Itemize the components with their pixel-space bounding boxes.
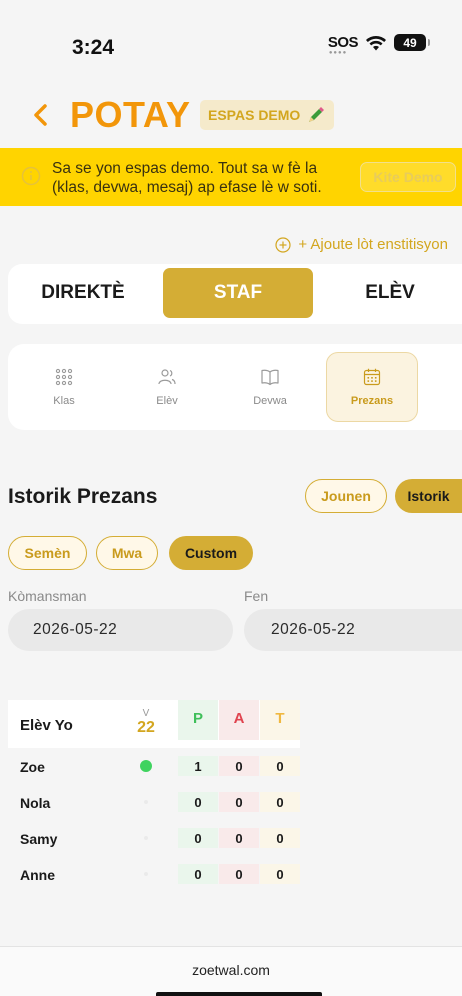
table-header: Elèv Yo V 22 P A T: [8, 700, 300, 748]
home-indicator[interactable]: [156, 992, 322, 996]
module-label: Elèv: [156, 395, 178, 407]
history-button[interactable]: Istorik: [395, 479, 462, 513]
users-icon: [158, 369, 176, 385]
table-row[interactable]: Samy 0 0 0: [8, 820, 300, 856]
footer-url[interactable]: zoetwal.com: [0, 962, 462, 978]
tab-student[interactable]: ELÈV: [318, 268, 462, 318]
browser-footer: zoetwal.com: [0, 946, 462, 996]
role-tabs: DIREKTÈ STAF ELÈV: [8, 264, 462, 324]
absent-count: 0: [219, 864, 259, 884]
table-row[interactable]: Anne 0 0 0: [8, 856, 300, 892]
grid-icon: [55, 368, 73, 386]
table-row[interactable]: Zoe 1 0 0: [8, 748, 300, 784]
module-label: Prezans: [350, 395, 394, 407]
module-homework[interactable]: Devwa: [224, 352, 316, 422]
sos-dots: ●●●●: [328, 50, 348, 56]
status-bar: 3:24 SOS ●●●● 49: [0, 0, 462, 80]
present-dot-cell: [132, 868, 160, 876]
student-name: Samy: [20, 831, 58, 847]
pencil-icon: [309, 107, 325, 122]
demo-badge-label: ESPAS DEMO: [208, 107, 301, 123]
plus-circle-icon: [275, 236, 291, 253]
tardy-count: 0: [260, 792, 300, 812]
leave-demo-button[interactable]: Kite Demo: [360, 162, 456, 192]
header-v: V 22: [132, 708, 160, 737]
start-date-field[interactable]: 2026-05-22: [8, 609, 233, 651]
add-institution-label: + Ajoute lòt enstitisyon: [298, 236, 448, 253]
battery-icon: 49: [394, 34, 430, 51]
attendance-table: Elèv Yo V 22 P A T Zoe 1 0 0 Nola 0 0 0 …: [8, 700, 300, 892]
status-icons: SOS ●●●● 49: [327, 34, 430, 56]
module-label: Devwa: [253, 395, 287, 407]
header-absent: A: [219, 700, 259, 740]
status-dot: [140, 760, 152, 772]
range-week-button[interactable]: Semèn: [8, 536, 87, 570]
module-label: Klas: [53, 395, 75, 407]
range-custom-button[interactable]: Custom: [169, 536, 253, 570]
status-dot: [144, 836, 148, 840]
present-count: 0: [178, 864, 218, 884]
end-date-field[interactable]: 2026-05-22: [244, 609, 462, 651]
present-count: 0: [178, 828, 218, 848]
tab-staff[interactable]: STAF: [163, 268, 313, 318]
present-dot-cell: [132, 796, 160, 804]
calendar-icon: [363, 368, 381, 386]
battery-level: 49: [403, 35, 417, 50]
header-present: P: [178, 700, 218, 740]
tardy-count: 0: [260, 828, 300, 848]
module-nav: Klas Elèv Devwa Prezans: [8, 344, 462, 430]
absent-count: 0: [219, 756, 259, 776]
banner-text: Sa se yon espas demo. Tout sa w fè la (k…: [52, 160, 322, 196]
tardy-count: 0: [260, 756, 300, 776]
header-students: Elèv Yo: [20, 717, 73, 734]
add-institution-link[interactable]: + Ajoute lòt enstitisyon: [275, 236, 448, 253]
end-date-label: Fen: [244, 588, 269, 604]
present-count: 1: [178, 756, 218, 776]
student-name: Zoe: [20, 759, 45, 775]
sos-label: SOS: [327, 34, 359, 51]
status-dot: [144, 872, 148, 876]
page-header: POTAY ESPAS DEMO: [0, 94, 462, 138]
table-row[interactable]: Nola 0 0 0: [8, 784, 300, 820]
tardy-count: 0: [260, 864, 300, 884]
status-time: 3:24: [72, 36, 115, 59]
section-title: Istorik Prezans: [8, 485, 158, 508]
chevron-left-icon[interactable]: [30, 100, 52, 130]
tab-director[interactable]: DIREKTÈ: [8, 268, 158, 318]
student-name: Anne: [20, 867, 55, 883]
module-classes[interactable]: Klas: [18, 352, 110, 422]
sos-indicator: SOS ●●●●: [327, 34, 359, 56]
page-title: POTAY: [70, 94, 191, 135]
module-more[interactable]: F: [428, 352, 462, 422]
student-name: Nola: [20, 795, 51, 811]
absent-count: 0: [219, 792, 259, 812]
info-icon: [21, 166, 41, 186]
header-v-value: 22: [137, 719, 155, 736]
module-students[interactable]: Elèv: [121, 352, 213, 422]
absent-count: 0: [219, 828, 259, 848]
present-dot-cell: [132, 760, 160, 772]
today-button[interactable]: Jounen: [305, 479, 387, 513]
present-count: 0: [178, 792, 218, 812]
module-attendance[interactable]: Prezans: [326, 352, 418, 422]
status-dot: [144, 800, 148, 804]
range-month-button[interactable]: Mwa: [96, 536, 158, 570]
demo-badge: ESPAS DEMO: [200, 100, 335, 130]
present-dot-cell: [132, 832, 160, 840]
header-v-label: V: [142, 708, 150, 719]
header-tardy: T: [260, 700, 300, 740]
wifi-icon: [366, 35, 386, 50]
book-icon: [261, 369, 279, 386]
demo-banner: Sa se yon espas demo. Tout sa w fè la (k…: [0, 148, 462, 206]
start-date-label: Kòmansman: [8, 588, 87, 604]
